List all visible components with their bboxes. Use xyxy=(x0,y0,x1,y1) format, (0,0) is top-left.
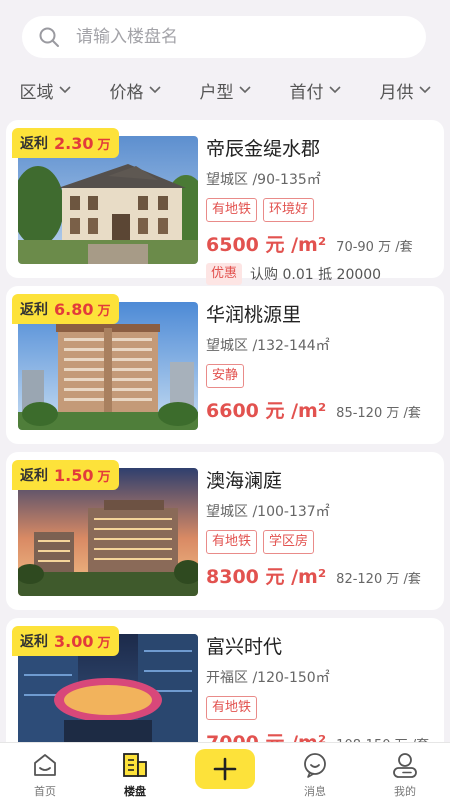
tab-messages[interactable]: 消息 xyxy=(270,743,360,801)
filter-label: 首付 xyxy=(289,82,324,103)
promo-badge: 优惠 xyxy=(206,263,243,285)
listing-location: 开福区 /120-150㎡ xyxy=(206,670,330,686)
filter-region[interactable]: 区域 xyxy=(20,78,71,103)
tab-listings[interactable]: 楼盘 xyxy=(90,743,180,801)
tag: 学区房 xyxy=(263,530,315,554)
filter-price[interactable]: 价格 xyxy=(110,78,161,103)
search-area xyxy=(0,0,450,64)
price-row: 6600 元 /m² 85-120 万 /套 xyxy=(206,396,436,423)
listing-info: 帝辰金缇水郡 望城区 /90-135㎡ 有地铁 环境好 6500 元 /m² 7… xyxy=(206,136,436,285)
filter-layout[interactable]: 户型 xyxy=(200,78,251,103)
listing-info: 华润桃源里 望城区 /132-144㎡ 安静 6600 元 /m² 85-120… xyxy=(206,302,436,423)
tab-label: 首页 xyxy=(34,785,56,798)
rebate-unit: 万 xyxy=(97,635,111,651)
rebate-badge: 返利 6.80 万 xyxy=(12,294,119,324)
promo-text: 认购 0.01 抵 20000 xyxy=(250,267,382,283)
rebate-amount: 2.30 xyxy=(54,133,94,153)
chevron-down-icon xyxy=(238,86,251,94)
message-icon xyxy=(304,753,326,778)
tab-label: 我的 xyxy=(394,785,416,798)
listing-info: 澳海澜庭 望城区 /100-137㎡ 有地铁 学区房 8300 元 /m² 82… xyxy=(206,468,436,589)
bottom-tab-bar: 首页 楼盘 消息 我的 xyxy=(0,742,450,801)
search-bar[interactable] xyxy=(22,16,426,58)
listing-info: 富兴时代 开福区 /120-150㎡ 有地铁 7000 元 /m² 108-15… xyxy=(206,634,436,755)
home-icon xyxy=(34,754,56,776)
building-icon xyxy=(123,753,147,777)
rebate-badge: 返利 1.50 万 xyxy=(12,460,119,490)
tab-add[interactable] xyxy=(180,743,270,801)
chevron-down-icon xyxy=(58,86,71,94)
rebate-label: 返利 xyxy=(20,302,48,318)
tab-label: 楼盘 xyxy=(124,785,146,798)
total-price: 85-120 万 /套 xyxy=(336,406,421,421)
rebate-unit: 万 xyxy=(97,137,111,153)
rebate-amount: 6.80 xyxy=(54,299,94,319)
add-button[interactable] xyxy=(195,749,255,789)
filter-bar: 区域 价格 户型 首付 月供 xyxy=(0,70,450,110)
filter-label: 区域 xyxy=(19,82,54,103)
rebate-badge: 返利 3.00 万 xyxy=(12,626,119,656)
tag-list: 安静 xyxy=(206,364,436,388)
tag-list: 有地铁 xyxy=(206,696,436,720)
total-price: 70-90 万 /套 xyxy=(336,240,413,255)
unit-price: 6600 元 /m² xyxy=(206,400,327,422)
rebate-amount: 1.50 xyxy=(54,465,94,485)
filter-down-payment[interactable]: 首付 xyxy=(290,78,341,103)
tag: 有地铁 xyxy=(206,696,258,720)
chevron-down-icon xyxy=(418,86,431,94)
tag: 安静 xyxy=(206,364,245,388)
filter-monthly-payment[interactable]: 月供 xyxy=(380,78,431,103)
rebate-label: 返利 xyxy=(20,634,48,650)
listing-location: 望城区 /90-135㎡ xyxy=(206,172,321,188)
listing-name: 帝辰金缇水郡 xyxy=(206,138,321,160)
promo-row: 优惠 认购 0.01 抵 20000 xyxy=(206,263,436,285)
tab-mine[interactable]: 我的 xyxy=(360,743,450,801)
listing-location: 望城区 /100-137㎡ xyxy=(206,504,330,520)
listing-name: 澳海澜庭 xyxy=(206,470,283,492)
price-row: 6500 元 /m² 70-90 万 /套 xyxy=(206,230,436,257)
rebate-label: 返利 xyxy=(20,136,48,152)
user-icon xyxy=(393,753,417,778)
price-row: 8300 元 /m² 82-120 万 /套 xyxy=(206,562,436,589)
rebate-unit: 万 xyxy=(97,303,111,319)
search-input[interactable] xyxy=(74,26,378,48)
listing-card[interactable]: 返利 6.80 万 华润桃源里 望城区 /132-144㎡ 安静 6600 元 … xyxy=(6,286,444,444)
total-price: 82-120 万 /套 xyxy=(336,572,421,587)
plus-icon xyxy=(213,757,237,781)
chevron-down-icon xyxy=(148,86,161,94)
tag: 有地铁 xyxy=(206,198,258,222)
tab-label: 消息 xyxy=(304,785,326,798)
listing-name: 华润桃源里 xyxy=(206,304,302,326)
tag-list: 有地铁 环境好 xyxy=(206,198,436,222)
rebate-badge: 返利 2.30 万 xyxy=(12,128,119,158)
filter-label: 价格 xyxy=(109,82,144,103)
tag: 有地铁 xyxy=(206,530,258,554)
unit-price: 8300 元 /m² xyxy=(206,566,327,588)
filter-label: 月供 xyxy=(379,82,414,103)
rebate-unit: 万 xyxy=(97,469,111,485)
search-icon xyxy=(39,27,59,47)
tab-home[interactable]: 首页 xyxy=(0,743,90,801)
listing-location: 望城区 /132-144㎡ xyxy=(206,338,330,354)
rebate-amount: 3.00 xyxy=(54,631,94,651)
listing-card[interactable]: 返利 2.30 万 帝辰金缇水郡 望城区 /90-135㎡ 有地铁 环境好 65… xyxy=(6,120,444,285)
rebate-label: 返利 xyxy=(20,468,48,484)
listing-card[interactable]: 返利 1.50 万 澳海澜庭 望城区 /100-137㎡ 有地铁 学区房 830… xyxy=(6,452,444,610)
tag-list: 有地铁 学区房 xyxy=(206,530,436,554)
unit-price: 6500 元 /m² xyxy=(206,234,327,256)
chevron-down-icon xyxy=(328,86,341,94)
tag: 环境好 xyxy=(263,198,315,222)
filter-label: 户型 xyxy=(199,82,234,103)
listing-name: 富兴时代 xyxy=(206,636,283,658)
